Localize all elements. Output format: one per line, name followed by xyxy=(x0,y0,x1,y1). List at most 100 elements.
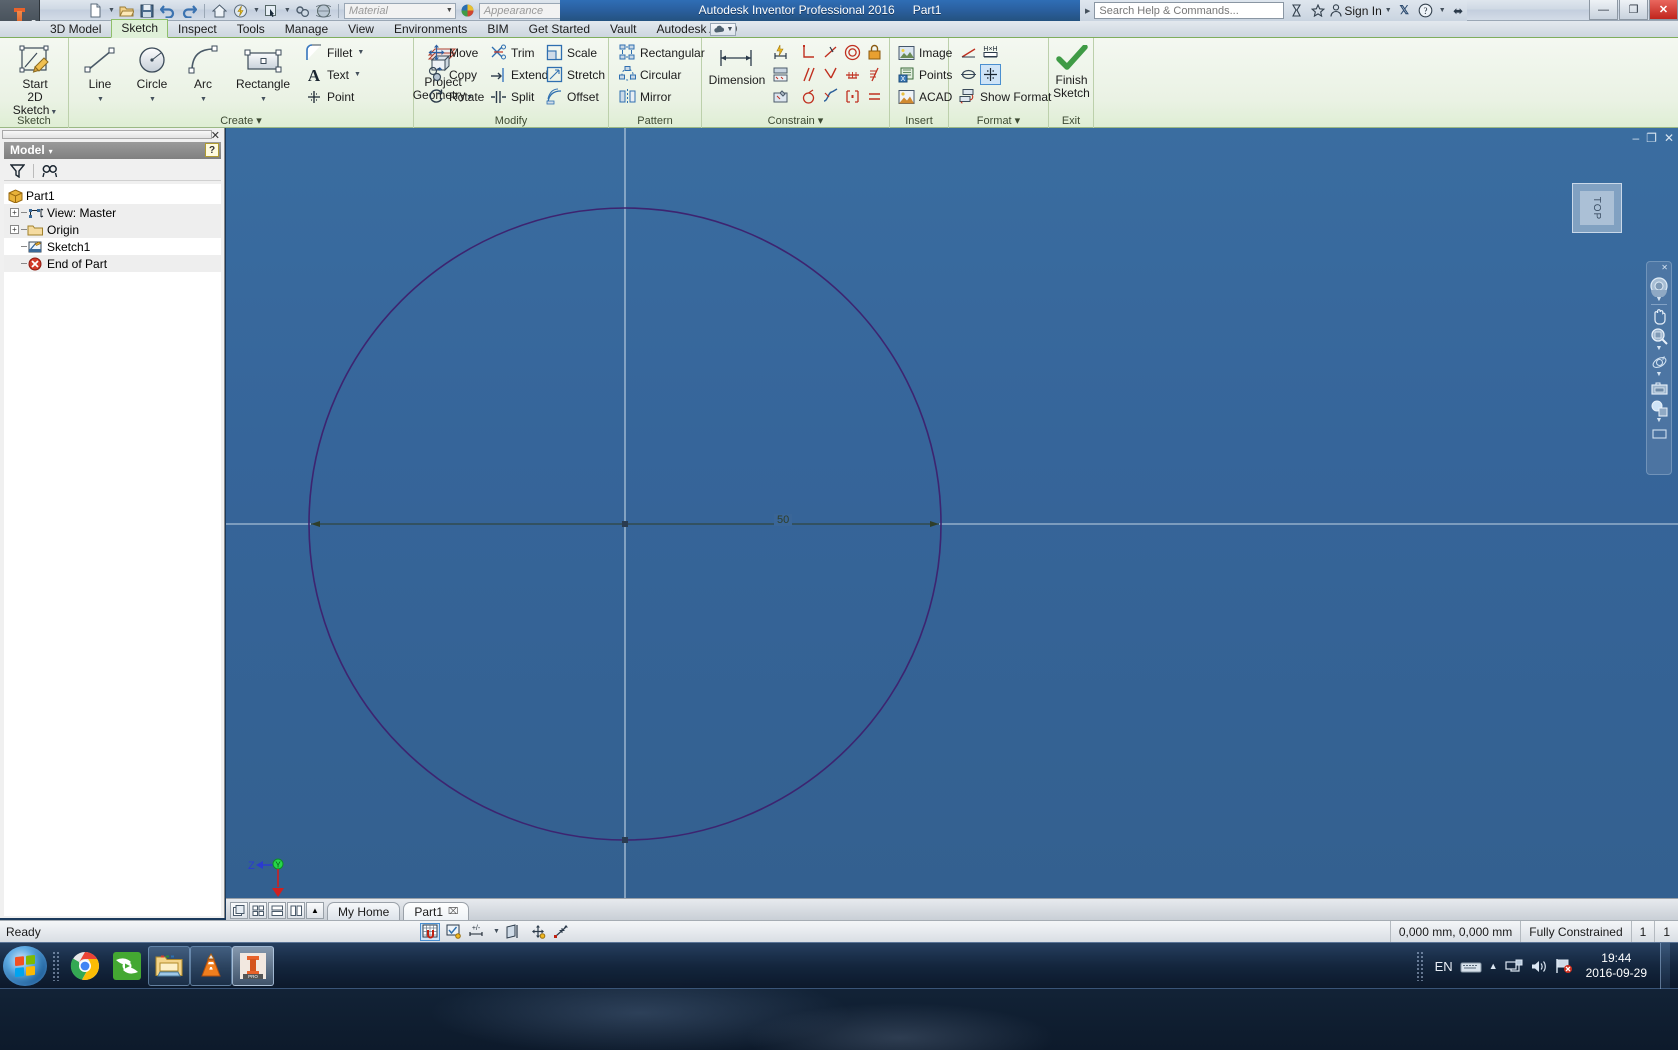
redo-icon[interactable] xyxy=(180,1,199,20)
collinear-constraint-icon[interactable] xyxy=(842,64,863,85)
coincident-constraint-icon[interactable] xyxy=(820,42,841,63)
line-button[interactable]: Line ▼ xyxy=(77,43,123,108)
text-button[interactable]: A Text ▼ xyxy=(301,64,365,85)
taskbar-item-getflv[interactable] xyxy=(106,946,148,986)
center-point-icon[interactable] xyxy=(980,64,1001,85)
home-icon[interactable] xyxy=(210,1,229,20)
new-file-icon[interactable] xyxy=(86,1,105,20)
taskbar-item-chrome[interactable] xyxy=(64,946,106,986)
tab-bim[interactable]: BIM xyxy=(477,20,518,38)
rectangle-dropdown-icon[interactable]: ▼ xyxy=(260,96,267,103)
browser-title-dropdown-icon[interactable]: ▾ xyxy=(49,147,53,156)
doc-tab-part1[interactable]: Part1 ⌧ xyxy=(403,902,470,920)
minimize-button[interactable]: — xyxy=(1589,0,1618,20)
a360-cloud-button[interactable]: ▼ xyxy=(710,23,736,36)
material-color-icon[interactable] xyxy=(458,1,477,20)
acad-button[interactable]: ACAD xyxy=(894,86,956,107)
favorites-star-icon[interactable] xyxy=(1309,2,1326,19)
steering-wheel-dropdown-icon[interactable]: ▼ xyxy=(1656,296,1663,303)
taskbar-grip[interactable] xyxy=(52,950,59,981)
undo-icon[interactable] xyxy=(159,1,178,20)
browser-horizontal-scrollbar[interactable] xyxy=(2,130,212,139)
tree-node-end-of-part[interactable]: End of Part xyxy=(4,255,221,272)
symmetric-constraint-icon[interactable] xyxy=(864,64,885,85)
fillet-dropdown-icon[interactable]: ▼ xyxy=(357,49,364,56)
driven-dimension-icon[interactable]: H×H xyxy=(980,42,1001,63)
resize-handle-icon[interactable]: ⬌ xyxy=(1450,2,1467,19)
select-dropdown-icon[interactable]: ▼ xyxy=(284,7,291,14)
auto-dimension-icon[interactable] xyxy=(770,42,791,63)
sign-in-dropdown-icon[interactable]: ▼ xyxy=(1385,7,1392,14)
search-input[interactable]: Search Help & Commands... xyxy=(1094,2,1285,19)
graphics-viewport[interactable]: – ❐ ✕ 50 Z Y TOP ✕ ▼ ▼ ▼ ▼ xyxy=(226,128,1678,918)
single-view-button[interactable] xyxy=(230,902,248,919)
keyboard-layout-icon[interactable] xyxy=(1460,959,1482,973)
update-dropdown-icon[interactable]: ▼ xyxy=(253,7,260,14)
construction-line-icon[interactable] xyxy=(958,42,979,63)
browser-find-icon[interactable] xyxy=(42,164,59,178)
navbar-more-icon[interactable] xyxy=(1648,424,1670,444)
tab-vault[interactable]: Vault xyxy=(600,20,646,38)
select-icon[interactable] xyxy=(262,1,281,20)
material-dropdown-icon[interactable]: ▼ xyxy=(446,7,453,14)
scale-button[interactable]: Scale xyxy=(542,42,601,63)
fix-constraint-icon[interactable] xyxy=(864,42,885,63)
four-view-button[interactable] xyxy=(249,902,267,919)
offset-button[interactable]: Offset xyxy=(542,86,603,107)
camera-icon[interactable] xyxy=(1648,378,1670,398)
action-center-icon[interactable] xyxy=(1555,958,1573,974)
search-expand-icon[interactable]: ▶ xyxy=(1085,7,1090,15)
show-constraints-icon[interactable] xyxy=(770,64,791,85)
show-desktop-button[interactable] xyxy=(1660,943,1670,989)
circle-dropdown-icon[interactable]: ▼ xyxy=(149,96,156,103)
horizontal-split-button[interactable] xyxy=(268,902,286,919)
tab-sketch[interactable]: Sketch xyxy=(111,19,169,38)
start-button[interactable] xyxy=(3,945,47,986)
rectangle-button[interactable]: Rectangle ▼ xyxy=(229,43,297,108)
slice-graphics-icon[interactable] xyxy=(504,923,524,941)
dof-display-icon[interactable] xyxy=(528,923,548,941)
tree-node-part1[interactable]: Part1 xyxy=(4,187,221,204)
tray-grip[interactable] xyxy=(1415,951,1423,981)
stretch-button[interactable]: Stretch xyxy=(542,64,609,85)
rotate-button[interactable]: Rotate xyxy=(424,86,488,107)
navbar-close-icon[interactable]: ✕ xyxy=(1661,263,1668,272)
browser-close-icon[interactable]: ✕ xyxy=(211,129,220,142)
network-icon[interactable] xyxy=(1505,959,1523,974)
sign-in-button[interactable]: Sign In ▼ xyxy=(1330,4,1392,18)
dimension-input-icon[interactable]: +/- xyxy=(468,923,488,941)
tree-expander-origin[interactable]: + xyxy=(10,225,19,234)
concentric-constraint-icon[interactable] xyxy=(842,42,863,63)
equal-constraint-icon[interactable] xyxy=(864,86,885,107)
constraint-inference-icon[interactable] xyxy=(444,923,464,941)
help-dropdown-icon[interactable]: ▼ xyxy=(1439,7,1446,14)
tangent-constraint-icon[interactable] xyxy=(820,64,841,85)
tab-3d-model[interactable]: 3D Model xyxy=(40,20,111,38)
new-file-dropdown-icon[interactable]: ▼ xyxy=(108,7,115,14)
tree-expander-view-master[interactable]: + xyxy=(10,208,19,217)
tab-view[interactable]: View xyxy=(338,20,384,38)
tab-get-started[interactable]: Get Started xyxy=(519,20,600,38)
display-style-icon[interactable] xyxy=(1648,398,1670,418)
pan-hand-icon[interactable] xyxy=(1648,306,1670,326)
doc-tab-my-home[interactable]: My Home xyxy=(327,902,401,920)
show-format-button[interactable]: Show Format xyxy=(955,86,1055,107)
material-combo[interactable]: Material ▼ xyxy=(343,2,456,19)
browser-header[interactable]: Model ▾ ? xyxy=(4,142,221,159)
clock[interactable]: 19:44 2016-09-29 xyxy=(1580,951,1653,981)
parallel-constraint-icon[interactable] xyxy=(798,64,819,85)
rectangular-pattern-button[interactable]: Rectangular xyxy=(615,42,709,63)
start-2d-sketch-button[interactable]: Start 2D Sketch▼ xyxy=(7,43,63,121)
smooth-constraint-icon[interactable] xyxy=(820,86,841,107)
tree-node-origin[interactable]: + Origin xyxy=(4,221,221,238)
update-icon[interactable] xyxy=(231,1,250,20)
taskbar-item-inventor[interactable]: PRO xyxy=(232,945,274,986)
collapse-tabs-button[interactable]: ▲ xyxy=(306,902,324,919)
circular-pattern-button[interactable]: Circular xyxy=(615,64,685,85)
tab-inspect[interactable]: Inspect xyxy=(168,20,227,38)
text-dropdown-icon[interactable]: ▼ xyxy=(354,71,361,78)
image-button[interactable]: Image xyxy=(894,42,956,63)
open-file-icon[interactable] xyxy=(117,1,136,20)
steering-wheel-icon[interactable] xyxy=(1648,277,1670,297)
orbit-icon[interactable] xyxy=(1648,352,1670,372)
